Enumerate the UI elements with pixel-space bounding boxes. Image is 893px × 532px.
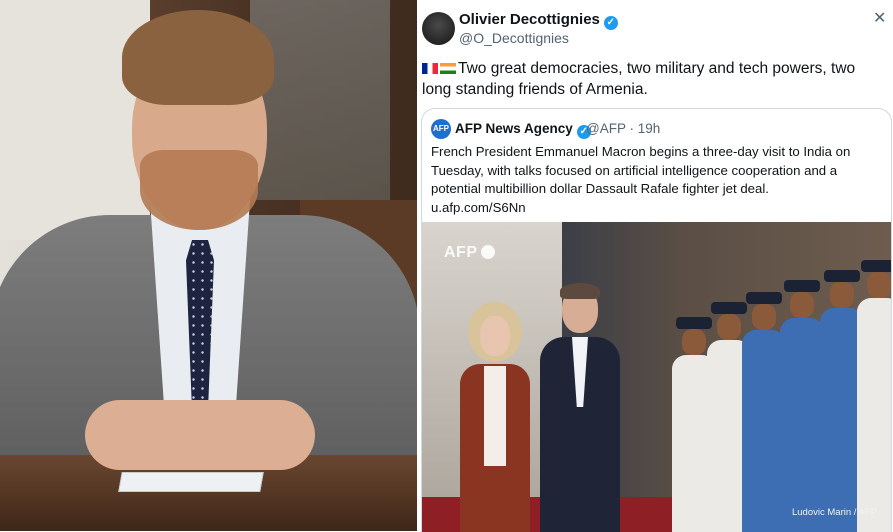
background-wall [0,0,150,240]
afp-logo-icon [480,245,495,259]
tweet-text: Two great democracies, two military and … [422,60,856,98]
man-figure [540,283,620,532]
close-icon[interactable]: ✕ [873,8,886,28]
author-name-text[interactable]: Olivier Decottignies [459,11,600,28]
white-blouse [484,366,506,466]
quoted-meta[interactable]: @AFP · 19h [586,121,660,136]
afp-watermark-text: AFP [444,244,478,261]
quoted-link[interactable]: u.afp.com/S6Nn [431,199,886,218]
paper-sheet [118,472,264,492]
author-handle[interactable]: @O_Decottignies [459,30,569,46]
author-avatar[interactable] [422,12,455,45]
quoted-text: French President Emmanuel Macron begins … [431,143,886,217]
man-hair [560,283,600,299]
honor-guard [662,252,891,532]
man-beard [140,150,258,230]
quoted-photo[interactable]: AFP Ludovic Marin / AFP [422,222,891,532]
author-name[interactable]: Olivier Decottignies ✓ [459,11,618,30]
quoted-tweet[interactable]: AFP AFP News Agency ✓ @AFP · 19h French P… [421,108,892,532]
guard-figure [780,280,824,532]
quoted-author-name[interactable]: AFP News Agency [455,121,573,136]
afp-watermark: AFP [444,244,495,262]
flag-india-icon [440,63,456,74]
woman-face [480,316,510,356]
quoted-text-line: potential multibillion dollar Dassault R… [431,181,769,196]
quoted-text-line: French President Emmanuel Macron begins … [431,144,851,159]
afp-avatar[interactable]: AFP [431,119,451,139]
woman-figure [460,302,530,532]
portrait-photo [0,0,417,531]
photo-credit: Ludovic Marin / AFP [791,507,877,518]
tweet-body: Two great democracies, two military and … [422,58,888,100]
quoted-author[interactable]: AFP News Agency ✓ [455,121,591,139]
clasped-hands [85,400,315,470]
verified-badge-icon: ✓ [603,16,618,30]
background-window [250,0,390,200]
guard-figure [857,260,891,532]
man-hair [122,10,274,105]
flag-france-icon [422,63,438,74]
flags [422,58,458,79]
quoted-text-line: Tuesday, with talks focused on artificia… [431,162,838,178]
tweet-card: Olivier Decottignies ✓ @O_Decottignies ✕ … [417,0,893,532]
